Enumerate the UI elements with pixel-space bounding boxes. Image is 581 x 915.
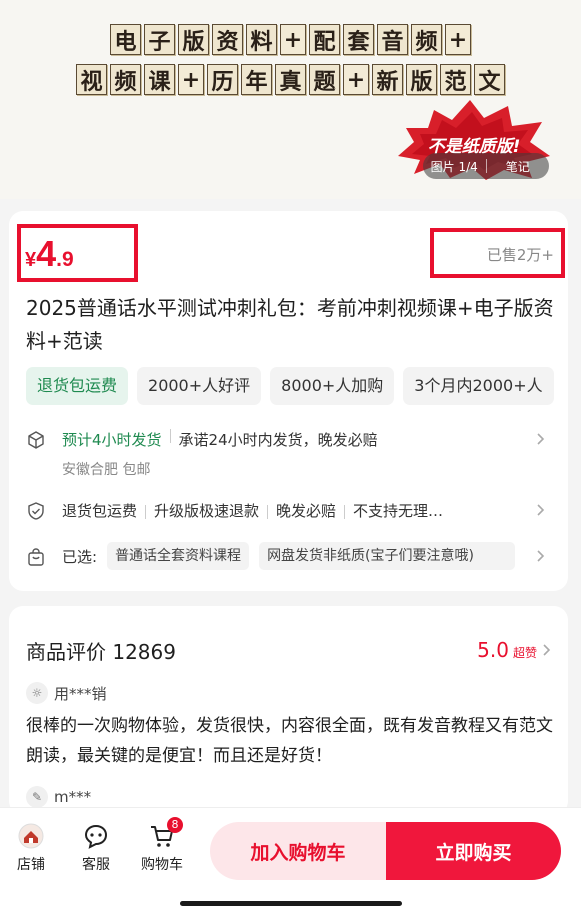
selected-option-course[interactable]: 普通话全套资料课程 (107, 542, 250, 570)
customer-service-button[interactable]: 客服 (68, 822, 124, 874)
divider (169, 429, 171, 443)
product-title: 2025普通话水平测试冲刺礼包：考前冲刺视频课+电子版资料+范读 (26, 296, 554, 353)
chevron-right-icon (537, 550, 545, 562)
banner-title-line-2: 视频课 + 历年真题 + 新版范文 (0, 64, 581, 95)
banner-title-char: 新 (372, 64, 403, 95)
banner-title-char: 版 (406, 64, 437, 95)
service-no-unreasonable-return: 不支持无理… (353, 502, 444, 520)
avatar: ✎ (26, 786, 48, 808)
chevron-right-icon (537, 433, 545, 445)
reviewer: ☼ 用***销 (26, 682, 107, 704)
shield-check-icon (28, 502, 44, 520)
banner-title-char: 历 (207, 64, 238, 95)
price-currency: ¥ (25, 249, 37, 271)
package-icon (28, 431, 44, 449)
selected-spec-row[interactable]: 已选: 普通话全套资料课程 网盘发货非纸质(宝子们要注意哦) (26, 542, 556, 570)
add-to-cart-button[interactable]: 加入购物车 (210, 822, 386, 880)
banner-title-char: 配 (309, 24, 340, 55)
banner-title-char: 文 (474, 64, 505, 95)
sold-count: 已售2万+ (486, 246, 554, 264)
banner-title-char: 真 (275, 64, 306, 95)
store-button[interactable]: 店铺 (3, 822, 59, 874)
banner-title-char: 题 (309, 64, 340, 95)
tag-good-reviews[interactable]: 2000+人好评 (137, 367, 262, 405)
rating-summary[interactable]: 5.0 超赞 (477, 638, 537, 662)
home-indicator[interactable] (180, 901, 402, 906)
cart-count-badge: 8 (167, 817, 183, 833)
selected-label: 已选: (62, 547, 98, 566)
divider (267, 504, 269, 519)
banner-title-char: + (445, 24, 471, 55)
chat-icon (84, 824, 108, 849)
price-integer: 4 (36, 233, 57, 274)
chevron-right-icon (543, 644, 551, 656)
rating-label: 超赞 (512, 646, 537, 660)
cart-button[interactable]: 8 购物车 (134, 817, 190, 874)
reviewer-name: m*** (54, 788, 92, 806)
banner-title-char: + (343, 64, 369, 95)
shipping-origin: 安徽合肥 包邮 (62, 462, 151, 478)
banner-title-char: 频 (110, 64, 141, 95)
bottom-action-bar: 店铺 客服 8 购物车 加入购物车 立即购买 (0, 808, 581, 915)
reviewer: ✎ m*** (26, 786, 91, 808)
rating-score: 5.0 (477, 638, 509, 662)
bag-icon (28, 547, 44, 566)
banner-title-char: 音 (377, 24, 408, 55)
image-counter: 图片 1/4 (430, 159, 478, 174)
buy-now-button[interactable]: 立即购买 (386, 822, 561, 880)
price: ¥ 4 .9 (25, 234, 74, 274)
image-counter-pill[interactable]: 图片 1/4 笔记 (423, 153, 549, 179)
banner-title-line-1: 电子版资料 + 配套音频 + (0, 24, 581, 55)
product-image-gallery[interactable]: 电子版资料 + 配套音频 + 视频课 + 历年真题 + 新版范文 不是纸质版! 图片 1/4 … (0, 0, 581, 199)
banner-title-char: + (178, 64, 204, 95)
banner-title-char: 料 (246, 24, 277, 55)
cart-label: 购物车 (141, 857, 183, 873)
delivery-row[interactable]: 预计4小时发货 承诺24小时内发货，晚发必赔 (26, 429, 556, 450)
banner-title-char: 资 (212, 24, 243, 55)
banner-title-char: 子 (144, 24, 175, 55)
reviews-title: 商品评价 12869 (26, 640, 176, 664)
customer-service-label: 客服 (82, 857, 110, 873)
divider (145, 504, 147, 519)
banner-title-char: 课 (144, 64, 175, 95)
tag-return-shipping[interactable]: 退货包运费 (26, 367, 129, 405)
delivery-promise: 承诺24小时内发货，晚发必赔 (178, 431, 378, 449)
tag-recent-sales[interactable]: 3个月内2000+人 (403, 367, 554, 405)
delivery-estimate: 预计4小时发货 (62, 431, 162, 449)
avatar: ☼ (26, 682, 48, 704)
banner-title-char: 版 (178, 24, 209, 55)
service-late-compensation: 晚发必赔 (276, 502, 337, 520)
selected-option-delivery[interactable]: 网盘发货非纸质(宝子们要注意哦) (259, 542, 516, 570)
banner-title-char: 电 (110, 24, 141, 55)
banner-title-char: 频 (411, 24, 442, 55)
store-label: 店铺 (17, 857, 45, 873)
service-items: 退货包运费 升级版极速退款 晚发必赔 不支持无理… (62, 500, 443, 521)
store-icon (18, 823, 44, 849)
banner-title-char: 套 (343, 24, 374, 55)
service-return-shipping: 退货包运费 (62, 502, 138, 520)
service-fast-refund: 升级版极速退款 (154, 502, 260, 520)
review-text: 很棒的一次购物体验，发货很快，内容很全面，既有发音教程又有范文朗读，最关键的是便… (26, 716, 553, 766)
banner-title-char: 视 (76, 64, 107, 95)
price-decimal: .9 (56, 248, 74, 271)
tag-add-to-cart-count[interactable]: 8000+人加购 (270, 367, 395, 405)
banner-title-char: 范 (440, 64, 471, 95)
reviewer-name: 用***销 (54, 684, 107, 703)
tag-list: 退货包运费 2000+人好评 8000+人加购 3个月内2000+人 (26, 367, 568, 407)
banner-title-char: + (280, 24, 306, 55)
chevron-right-icon (537, 504, 545, 516)
service-row[interactable]: 退货包运费 升级版极速退款 晚发必赔 不支持无理… (26, 500, 556, 521)
banner-title-char: 年 (241, 64, 272, 95)
divider (344, 504, 346, 519)
notes-button[interactable]: 笔记 (487, 158, 550, 175)
